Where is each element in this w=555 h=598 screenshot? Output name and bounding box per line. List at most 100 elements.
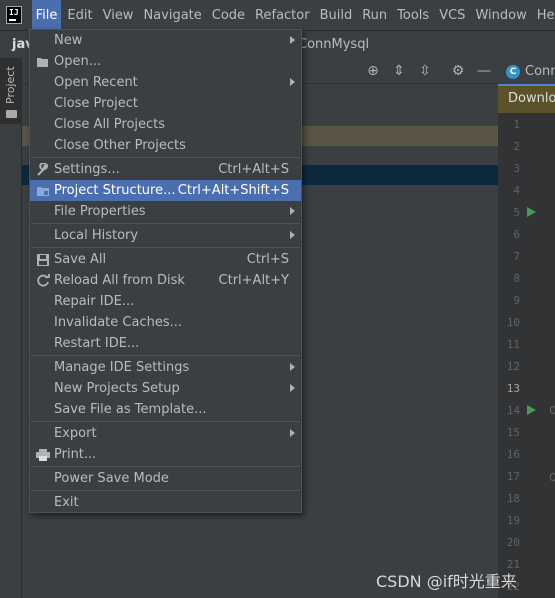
menu-separator (31, 421, 300, 422)
file-dropdown-menu: New Open... Open Recent Close Project Cl… (29, 29, 302, 513)
menu-item-label: New Projects Setup (54, 381, 180, 396)
intellij-logo-icon: IJ (6, 6, 22, 24)
line-number: 3 (513, 162, 520, 175)
line-number: 1 (513, 118, 520, 131)
line-number: 19 (506, 514, 520, 527)
menu-vcs[interactable]: VCS (435, 0, 469, 30)
line-number: 22 (506, 580, 520, 593)
line-number: 13 (506, 382, 520, 395)
menu-item-open-recent[interactable]: Open Recent (30, 72, 301, 93)
menu-item-power-save-mode[interactable]: Power Save Mode (30, 468, 301, 489)
menu-build[interactable]: Build (316, 0, 357, 30)
menu-item-restart-ide[interactable]: Restart IDE... (30, 333, 301, 354)
menu-item-label: Restart IDE... (54, 336, 140, 351)
collapse-all-icon[interactable]: ⇳ (417, 63, 433, 79)
menu-item-label: Project Structure... (54, 183, 176, 198)
menu-item-manage-ide-settings[interactable]: Manage IDE Settings (30, 357, 301, 378)
menu-item-label: Close All Projects (54, 117, 166, 132)
menu-view[interactable]: View (99, 0, 138, 30)
folder-open-icon (35, 54, 51, 70)
menu-file[interactable]: File (31, 0, 62, 30)
fold-icon[interactable] (550, 473, 555, 481)
fold-icon[interactable] (550, 406, 555, 414)
menu-code[interactable]: Code (208, 0, 249, 30)
menu-window[interactable]: Window (471, 0, 530, 30)
menu-item-save-all[interactable]: Save All Ctrl+S (30, 249, 301, 270)
line-number: 18 (506, 492, 520, 505)
menu-item-close-other-projects[interactable]: Close Other Projects (30, 135, 301, 156)
locate-target-icon[interactable]: ⊕ (365, 63, 381, 79)
editor-tab[interactable]: C Conn (506, 64, 555, 79)
menu-item-label: Close Project (54, 96, 139, 111)
menu-item-shortcut: Ctrl+Alt+Shift+S (177, 183, 289, 198)
menu-item-new[interactable]: New (30, 30, 301, 51)
line-number: 14 (506, 404, 520, 417)
submenu-arrow-icon (290, 384, 295, 392)
watermark: CSDN @if时光重来 (376, 572, 517, 591)
menu-item-repair-ide[interactable]: Repair IDE... (30, 291, 301, 312)
save-icon (35, 252, 51, 268)
menu-refactor[interactable]: Refactor (251, 0, 314, 30)
expand-all-icon[interactable]: ⇕ (391, 63, 407, 79)
menu-item-label: Open... (54, 54, 102, 69)
menu-separator (31, 466, 300, 467)
menu-item-settings[interactable]: Settings... Ctrl+Alt+S (30, 159, 301, 180)
left-tool-stripe (0, 58, 22, 598)
menu-item-local-history[interactable]: Local History (30, 225, 301, 246)
java-class-icon: C (506, 64, 520, 79)
menu-item-invalidate-caches[interactable]: Invalidate Caches... (30, 312, 301, 333)
menu-navigate[interactable]: Navigate (139, 0, 205, 30)
menu-item-label: Invalidate Caches... (54, 315, 183, 330)
line-number: 8 (513, 272, 520, 285)
menu-item-close-all-projects[interactable]: Close All Projects (30, 114, 301, 135)
submenu-arrow-icon (290, 231, 295, 239)
submenu-arrow-icon (290, 207, 295, 215)
menu-run[interactable]: Run (358, 0, 391, 30)
menu-tools[interactable]: Tools (393, 0, 433, 30)
menu-edit[interactable]: Edit (63, 0, 96, 30)
menu-item-label: Repair IDE... (54, 294, 135, 309)
line-number: 11 (506, 338, 520, 351)
minimize-icon[interactable]: — (476, 63, 492, 79)
menu-separator (31, 223, 300, 224)
editor-tab-label: Conn (525, 64, 555, 79)
menu-item-label: Settings... (54, 162, 120, 177)
menu-item-new-projects-setup[interactable]: New Projects Setup (30, 378, 301, 399)
menu-item-shortcut: Ctrl+S (246, 252, 289, 267)
menu-help[interactable]: Help (533, 0, 555, 30)
line-number: 21 (506, 558, 520, 571)
menu-separator (31, 157, 300, 158)
menu-item-exit[interactable]: Exit (30, 492, 301, 513)
project-structure-icon (35, 183, 51, 199)
menu-item-project-structure[interactable]: Project Structure... Ctrl+Alt+Shift+S (30, 180, 301, 201)
line-number: 16 (506, 448, 520, 461)
menu-item-label: Save All (54, 252, 107, 267)
menu-item-reload-all[interactable]: Reload All from Disk Ctrl+Alt+Y (30, 270, 301, 291)
menu-item-export[interactable]: Export (30, 423, 301, 444)
line-number: 9 (513, 294, 520, 307)
breadcrumb-file[interactable]: ConnMysql (298, 37, 369, 52)
submenu-arrow-icon (290, 429, 295, 437)
project-tool-tab-label[interactable]: Project (4, 44, 17, 104)
download-sources-banner[interactable]: Downloa (498, 86, 555, 113)
menu-item-save-as-template[interactable]: Save File as Template... (30, 399, 301, 420)
menu-item-file-properties[interactable]: File Properties (30, 201, 301, 222)
line-number: 2 (513, 140, 520, 153)
menu-item-label: Export (54, 426, 97, 441)
submenu-arrow-icon (290, 36, 295, 44)
menu-item-open[interactable]: Open... (30, 51, 301, 72)
menu-item-print[interactable]: Print... (30, 444, 301, 465)
menu-item-label: Power Save Mode (54, 471, 169, 486)
run-icon[interactable] (527, 207, 536, 217)
gear-icon[interactable]: ⚙ (450, 63, 466, 79)
menu-bar: IJ File Edit View Navigate Code Refactor… (0, 0, 555, 30)
menu-item-close-project[interactable]: Close Project (30, 93, 301, 114)
menu-separator (31, 247, 300, 248)
menu-item-shortcut: Ctrl+Alt+Y (218, 273, 289, 288)
line-number: 10 (506, 316, 520, 329)
run-icon[interactable] (527, 405, 536, 415)
reload-icon (35, 273, 51, 289)
menu-item-label: Open Recent (54, 75, 138, 90)
menu-item-label: Manage IDE Settings (54, 360, 190, 375)
print-icon (35, 447, 51, 463)
